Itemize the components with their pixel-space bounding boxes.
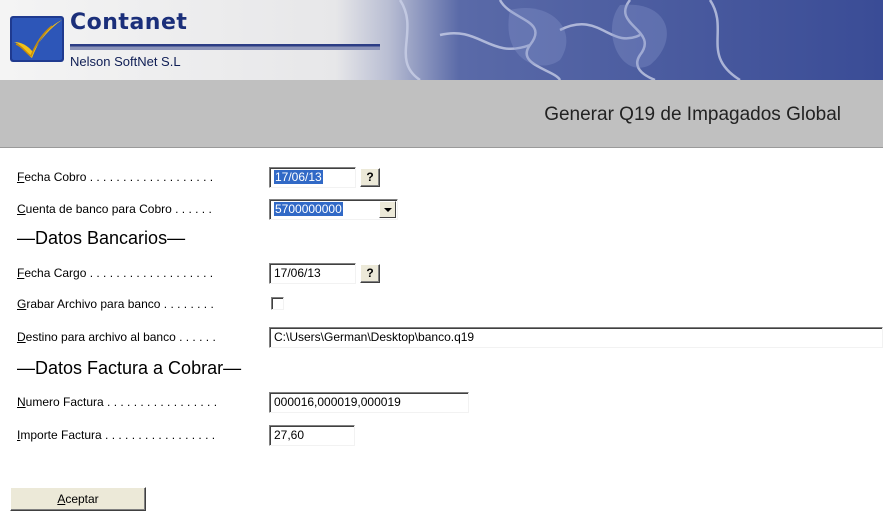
grabar-archivo-checkbox[interactable] [271, 297, 284, 310]
fecha-cobro-value: 17/06/13 [274, 170, 323, 184]
fecha-cobro-label-text: echa Cobro [24, 170, 87, 184]
app-banner: Contanet Nelson SoftNet S.L [0, 0, 883, 80]
numero-factura-label-text: umero Factura [25, 395, 104, 409]
accept-button[interactable]: Aceptar [10, 487, 146, 511]
importe-factura-label-text: mporte Factura [20, 428, 102, 442]
destino-archivo-label: Destino para archivo al banco . . . . . … [17, 328, 269, 346]
cuenta-banco-label-text: uenta de banco para Cobro [25, 202, 172, 216]
importe-factura-label: Importe Factura . . . . . . . . . . . . … [17, 426, 269, 444]
fecha-cargo-label: Fecha Cargo . . . . . . . . . . . . . . … [17, 264, 269, 282]
numero-factura-label: Numero Factura . . . . . . . . . . . . .… [17, 393, 269, 411]
destino-archivo-label-text: estino para archivo al banco [25, 330, 176, 344]
cuenta-banco-label: Cuenta de banco para Cobro . . . . . . [17, 200, 269, 218]
section-datos-factura: —Datos Factura a Cobrar— [17, 358, 242, 378]
cuenta-banco-label-dots: . . . . . . [171, 202, 212, 216]
fecha-cobro-label: Fecha Cobro . . . . . . . . . . . . . . … [17, 168, 269, 186]
cuenta-banco-select[interactable]: 5700000000 [269, 199, 398, 220]
grabar-archivo-label-mnemonic: G [17, 297, 27, 311]
brand-name: Contanet [70, 10, 188, 35]
title-band: Generar Q19 de Impagados Global [0, 80, 883, 148]
fecha-cobro-help-button[interactable]: ? [360, 168, 380, 187]
grabar-archivo-label: Grabar Archivo para banco . . . . . . . … [17, 295, 269, 313]
numero-factura-label-dots: . . . . . . . . . . . . . . . . . [103, 395, 218, 409]
grabar-archivo-label-dots: . . . . . . . . [160, 297, 214, 311]
destino-archivo-input[interactable]: C:\Users\German\Desktop\banco.q19 [269, 327, 883, 348]
cuenta-banco-value: 5700000000 [274, 202, 343, 216]
page-title: Generar Q19 de Impagados Global [544, 104, 841, 125]
fecha-cargo-input[interactable]: 17/06/13 [269, 263, 356, 284]
fecha-cargo-label-text: echa Cargo [24, 266, 87, 280]
accept-button-label: ceptar [65, 492, 99, 506]
fecha-cargo-label-dots: . . . . . . . . . . . . . . . . . . . [86, 266, 214, 280]
brand-divider [70, 44, 380, 50]
puzzle-graphic [398, 0, 741, 80]
contanet-logo [10, 16, 64, 62]
destino-archivo-label-dots: . . . . . . [175, 330, 216, 344]
numero-factura-input[interactable]: 000016,000019,000019 [269, 392, 469, 413]
numero-factura-label-mnemonic: N [17, 395, 26, 409]
cuenta-banco-label-mnemonic: C [17, 202, 26, 216]
fecha-cobro-input[interactable]: 17/06/13 [269, 167, 356, 188]
company-name: Nelson SoftNet S.L [70, 54, 181, 69]
chevron-down-icon[interactable] [379, 201, 396, 218]
section-datos-bancarios: —Datos Bancarios— [17, 228, 186, 248]
fecha-cargo-help-button[interactable]: ? [360, 264, 380, 283]
grabar-archivo-label-text: rabar Archivo para banco [26, 297, 161, 311]
importe-factura-input[interactable]: 27,60 [269, 425, 355, 446]
destino-archivo-label-mnemonic: D [17, 330, 26, 344]
importe-factura-label-dots: . . . . . . . . . . . . . . . . . [101, 428, 216, 442]
fecha-cobro-label-dots: . . . . . . . . . . . . . . . . . . . [86, 170, 214, 184]
